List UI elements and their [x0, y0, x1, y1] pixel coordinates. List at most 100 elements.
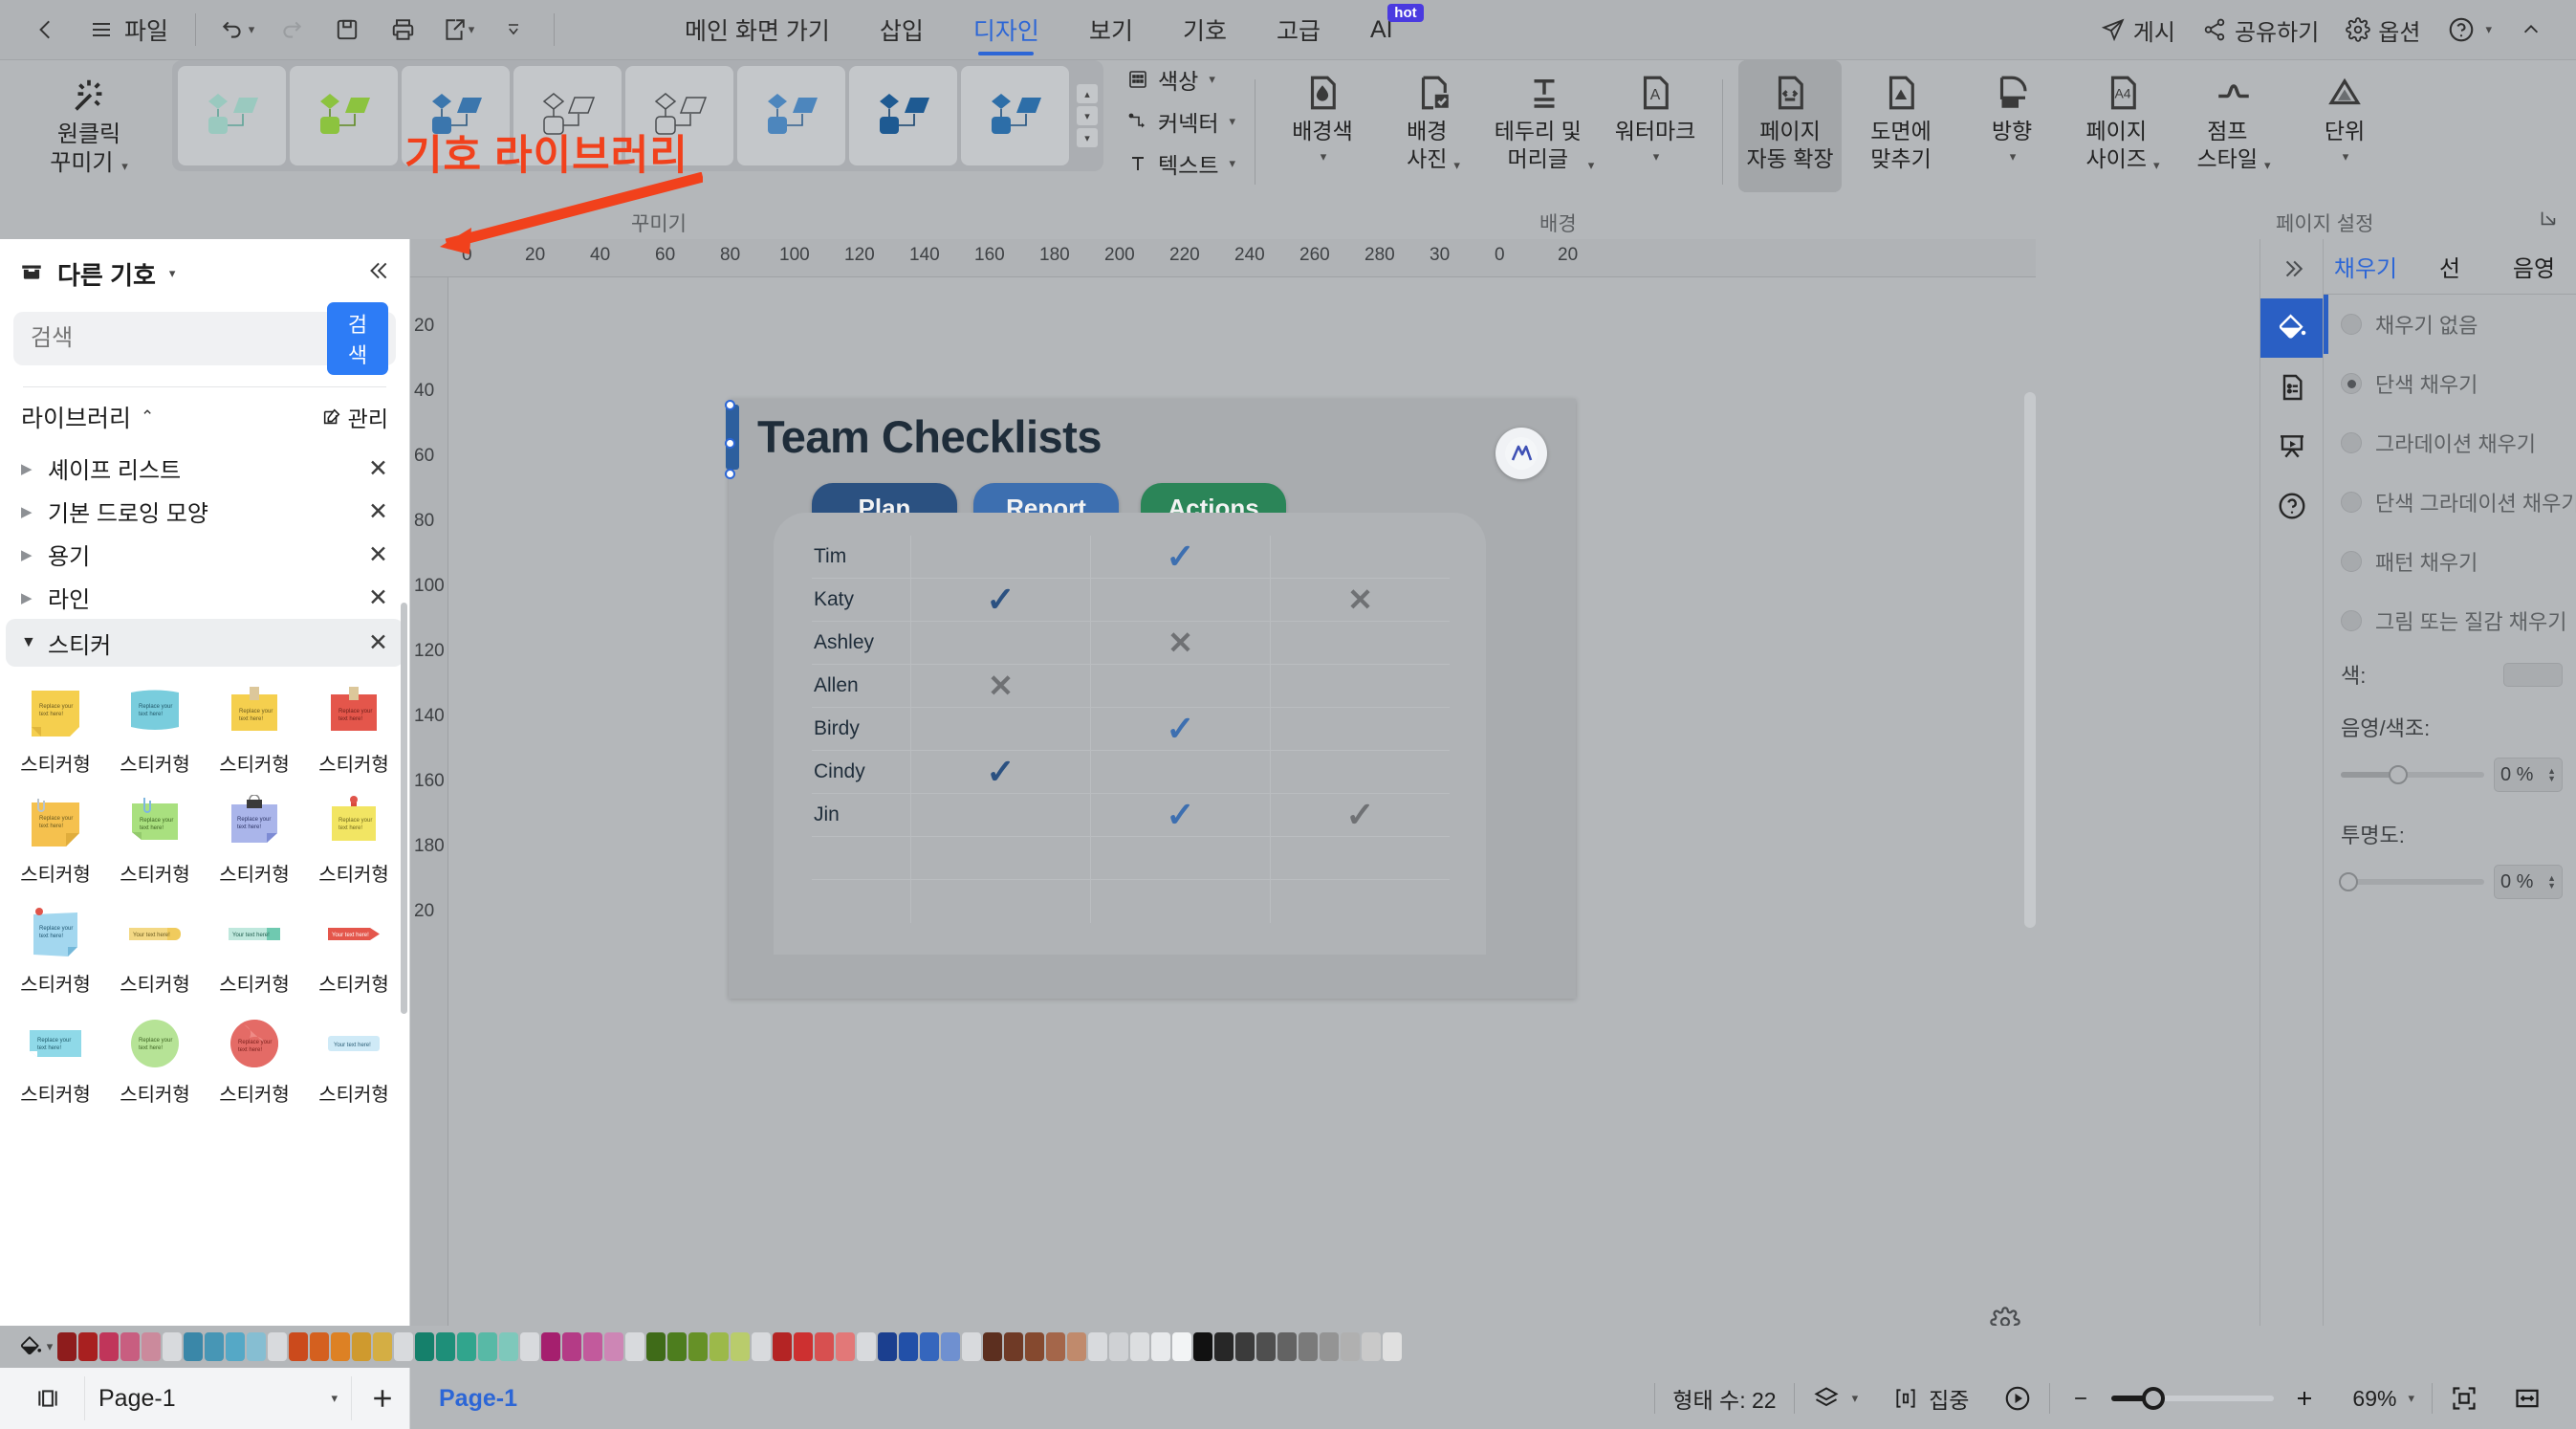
- palette-swatch[interactable]: [878, 1332, 897, 1361]
- page-setup-dialog-launcher-icon[interactable]: [2538, 208, 2559, 234]
- fill-option-picture-texture[interactable]: 그림 또는 질감 채우기: [2324, 591, 2576, 650]
- selection-handle[interactable]: [725, 469, 735, 479]
- sticker-item[interactable]: Replace your text here! 스티커형: [6, 786, 105, 896]
- palette-swatch[interactable]: [310, 1332, 329, 1361]
- palette-swatch[interactable]: [373, 1332, 392, 1361]
- cell-actions[interactable]: [1270, 665, 1450, 707]
- palette-swatch[interactable]: [1109, 1332, 1128, 1361]
- palette-swatch[interactable]: [646, 1332, 666, 1361]
- menu-item-home[interactable]: 메인 화면 가기: [660, 0, 855, 59]
- cell-actions[interactable]: [1270, 880, 1450, 923]
- zoom-in-button[interactable]: [2274, 1377, 2335, 1419]
- sticker-item[interactable]: Your text here! 스티커형: [105, 896, 205, 1006]
- sticker-item[interactable]: Your text here! 스티커형: [205, 896, 304, 1006]
- palette-swatch[interactable]: [1256, 1332, 1276, 1361]
- palette-swatch[interactable]: [1362, 1332, 1381, 1361]
- palette-swatch[interactable]: [752, 1332, 771, 1361]
- palette-swatch[interactable]: [289, 1332, 308, 1361]
- palette-swatch[interactable]: [1299, 1332, 1318, 1361]
- palette-swatch[interactable]: [815, 1332, 834, 1361]
- palette-swatch[interactable]: [983, 1332, 1002, 1361]
- menu-item-ai[interactable]: AI hot: [1345, 0, 1424, 59]
- fit-page-button[interactable]: [2433, 1377, 2496, 1419]
- palette-swatch[interactable]: [962, 1332, 981, 1361]
- palette-swatch[interactable]: [57, 1332, 76, 1361]
- active-page-tab[interactable]: Page-1: [439, 1385, 517, 1413]
- cell-plan[interactable]: ✓: [910, 579, 1090, 621]
- fill-option-solid-gradient[interactable]: 단색 그라데이션 채우기: [2324, 473, 2576, 532]
- palette-swatch[interactable]: [226, 1332, 245, 1361]
- palette-swatch[interactable]: [205, 1332, 224, 1361]
- jump-style-button[interactable]: 점프 스타일 ▾: [2182, 60, 2285, 192]
- share-button[interactable]: 공유하기: [2191, 9, 2330, 51]
- cell-report[interactable]: [1090, 579, 1270, 621]
- palette-swatch[interactable]: [163, 1332, 182, 1361]
- table-row[interactable]: Ashley ✕: [812, 622, 1450, 665]
- sticker-item[interactable]: Replace your text here! 스티커형: [105, 786, 205, 896]
- color-swatch-button[interactable]: [2503, 662, 2563, 687]
- palette-swatch[interactable]: [142, 1332, 161, 1361]
- undo-icon[interactable]: ▾: [211, 9, 261, 51]
- sticker-item[interactable]: Replace your text here! 스티커형: [105, 1006, 205, 1116]
- canvas-vscrollbar[interactable]: [2024, 392, 2036, 928]
- theme-item-navy[interactable]: [849, 66, 957, 165]
- canvas-area[interactable]: 0 20 40 60 80 100 120 140 160 180 200 22…: [410, 239, 2036, 1368]
- palette-swatch[interactable]: [836, 1332, 855, 1361]
- palette-swatch[interactable]: [247, 1332, 266, 1361]
- focus-mode-button[interactable]: 집중: [1875, 1377, 1986, 1419]
- table-row[interactable]: [812, 880, 1450, 923]
- palette-swatch[interactable]: [731, 1332, 750, 1361]
- table-row[interactable]: Jin ✓ ✓: [812, 794, 1450, 837]
- sticker-item[interactable]: Replace your text here! 스티커형: [6, 1006, 105, 1116]
- diagram-document[interactable]: Team Checklists Plan Report Actions Tim …: [729, 399, 1576, 999]
- zoom-out-button[interactable]: [2050, 1377, 2111, 1419]
- cell-plan[interactable]: ✕: [910, 665, 1090, 707]
- palette-swatch[interactable]: [1383, 1332, 1402, 1361]
- panel-title-dropdown-icon[interactable]: ▾: [169, 266, 176, 281]
- page-selector[interactable]: Page-1 ▾: [84, 1376, 352, 1420]
- opacity-spinner[interactable]: 0 % ▲ ▼: [2494, 865, 2563, 899]
- cell-actions[interactable]: [1270, 837, 1450, 879]
- cell-actions[interactable]: ✓: [1270, 794, 1450, 836]
- back-icon[interactable]: [21, 9, 71, 51]
- palette-swatch[interactable]: [941, 1332, 960, 1361]
- menu-item-symbol[interactable]: 기호: [1158, 0, 1252, 59]
- sticker-item[interactable]: Replace your text here! 스티커형: [6, 676, 105, 786]
- spinner-arrows-icon[interactable]: ▲ ▼: [2547, 767, 2556, 783]
- connector-button[interactable]: 커넥터 ▾: [1119, 102, 1243, 141]
- color-button[interactable]: 색상 ▾: [1119, 60, 1243, 99]
- table-row[interactable]: Birdy ✓: [812, 708, 1450, 751]
- file-menu-button[interactable]: 파일: [76, 9, 180, 51]
- selection-bar[interactable]: [726, 405, 739, 470]
- theme-item-green[interactable]: [290, 66, 398, 165]
- cell-report[interactable]: ✕: [1090, 622, 1270, 664]
- menu-item-insert[interactable]: 삽입: [855, 0, 949, 59]
- palette-swatch[interactable]: [394, 1332, 413, 1361]
- palette-swatch[interactable]: [1088, 1332, 1107, 1361]
- cell-report[interactable]: [1090, 751, 1270, 793]
- palette-swatch[interactable]: [78, 1332, 98, 1361]
- palette-swatch[interactable]: [352, 1332, 371, 1361]
- palette-swatch[interactable]: [583, 1332, 602, 1361]
- palette-swatch[interactable]: [899, 1332, 918, 1361]
- table-row[interactable]: Allen ✕: [812, 665, 1450, 708]
- fill-option-none[interactable]: 채우기 없음: [2324, 295, 2576, 354]
- sticker-item[interactable]: Replace your text here! 스티커형: [105, 676, 205, 786]
- palette-swatch[interactable]: [604, 1332, 623, 1361]
- orientation-button[interactable]: 방향 ▾: [1960, 60, 2063, 192]
- help-button[interactable]: ▾: [2435, 9, 2503, 51]
- gallery-scroll-up-icon[interactable]: ▴: [1077, 84, 1098, 103]
- fill-bucket-icon[interactable]: [2260, 298, 2324, 358]
- zoom-level[interactable]: 69% ▾: [2335, 1377, 2432, 1419]
- cell-report[interactable]: [1090, 665, 1270, 707]
- cell-actions[interactable]: ✕: [1270, 579, 1450, 621]
- cell-report[interactable]: ✓: [1090, 536, 1270, 578]
- print-icon[interactable]: [378, 9, 427, 51]
- add-page-icon[interactable]: [356, 1377, 409, 1419]
- theme-item-blue-2[interactable]: [737, 66, 845, 165]
- page-layout-icon[interactable]: [21, 1377, 75, 1419]
- fill-option-gradient[interactable]: 그라데이션 채우기: [2324, 413, 2576, 473]
- palette-swatch[interactable]: [1172, 1332, 1191, 1361]
- table-row[interactable]: Tim ✓: [812, 536, 1450, 579]
- palette-swatch[interactable]: [794, 1332, 813, 1361]
